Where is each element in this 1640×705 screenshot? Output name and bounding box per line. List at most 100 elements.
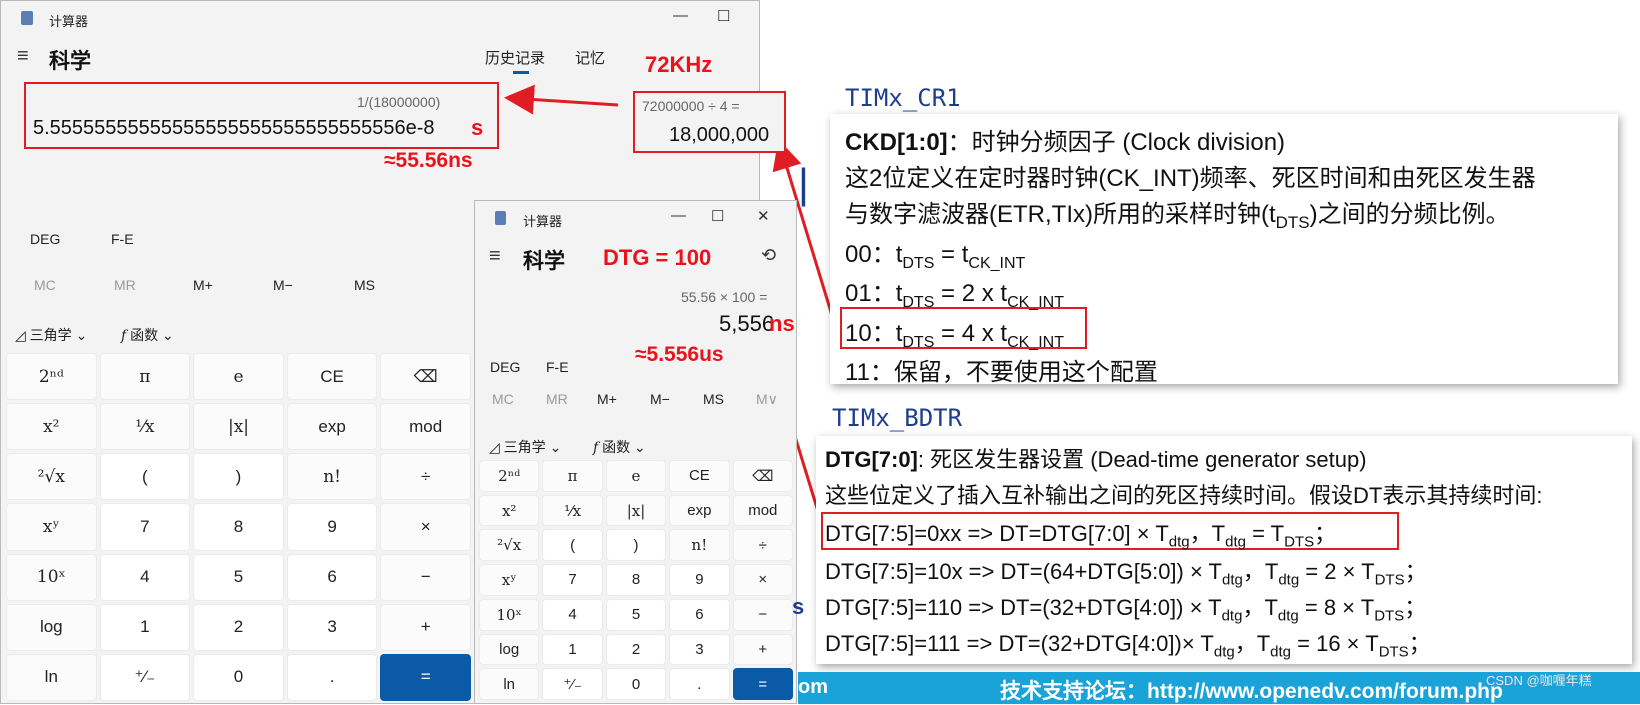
key-1-button[interactable]: 1 [542,633,603,666]
ckd-option-11: 11：保留，不要使用这个配置 [845,359,1158,386]
window-title: 计算器 [523,214,563,229]
opt10-dts: DTS [902,333,935,351]
mc-button[interactable]: MC [492,391,514,407]
key-power-button[interactable]: xʸ [479,564,540,596]
dtg-row3: DTG[7:5]=110 => DT=(32+DTG[4:0]) × Tdtg，… [825,590,1426,624]
memory-list-button[interactable]: M∨ [756,391,778,408]
row3-semi: ； [1404,595,1427,620]
key-6-button[interactable]: 6 [669,598,730,631]
opt10-ckint: CK_INT [1007,333,1064,351]
row2-semi: ； [1404,559,1427,584]
key-backspace-button[interactable]: ⌫ [732,460,793,492]
trig-label: 三角学 [503,439,546,455]
footer-forum-link[interactable]: 技术支持论坛：http://www.openedv.com/forum.php [1000,675,1503,705]
chevron-down-icon: ⌄ [549,439,562,455]
key-8-button[interactable]: 8 [605,564,667,596]
key-ln-button[interactable]: ln [479,668,540,700]
key-negate-button[interactable]: ⁺⁄₋ [542,668,603,700]
key-multiply-button[interactable]: × [732,564,793,596]
history-result: 18,000,000 [669,124,770,146]
key-second-button[interactable]: 2ⁿᵈ [479,460,540,492]
key-square-button[interactable]: x² [479,494,540,527]
close-icon[interactable]: ✕ [757,207,770,225]
key-close-paren-button[interactable]: ) [605,529,667,562]
key-plus-button[interactable]: + [732,633,793,666]
key-equals-button[interactable]: = [732,668,793,700]
angle-mode-button[interactable]: DEG [490,359,520,375]
key-exp-button[interactable]: exp [669,494,730,527]
row1-dtg2: dtg [1225,533,1246,551]
memory-row: MC MR M+ M− MS M∨ [475,391,796,411]
key-log-button[interactable]: log [479,633,540,666]
key-pi-button[interactable]: π [542,460,603,492]
mr-button[interactable]: MR [546,391,568,407]
key-3-button[interactable]: 3 [669,633,730,666]
opt00-dts: DTS [902,254,935,272]
row2-dtg: dtg [1222,571,1243,589]
calculator-window-second: 计算器 — ☐ ✕ ≡ 科学 DTG = 100 ⟲ 55.56 × 100 =… [474,200,797,704]
ckd-heading-text: ：时钟分频因子 (Clock division) [947,129,1286,156]
row2-dts: DTS [1374,571,1405,589]
row4-a: DTG[7:5]=111 => DT=(32+DTG[4:0])× T [825,631,1214,656]
key-divide-button[interactable]: ÷ [732,529,793,562]
dtg-heading-text: : 死区发生器设置 (Dead-time generator setup) [917,447,1367,472]
key-reciprocal-button[interactable]: ¹⁄x [542,494,603,527]
trig-dropdown[interactable]: ◿ 三角学 ⌄ [489,437,561,457]
dtg-row1: DTG[7:5]=0xx => DT=DTG[7:0] × Tdtg，Tdtg … [825,516,1336,550]
row4-semi: ； [1408,631,1431,656]
minimize-icon[interactable]: — [671,207,686,224]
ckd-desc-line2-sub: DTS [1275,212,1310,232]
dtg-annotation: DTG = 100 [603,245,712,270]
key-abs-button[interactable]: |x| [605,494,667,527]
key-2-button[interactable]: 2 [605,633,667,666]
row4-b: ，T [1234,631,1271,656]
dtg-field: DTG[7:0] [825,447,918,472]
key-5-button[interactable]: 5 [605,598,667,631]
key-9-button[interactable]: 9 [669,564,730,596]
key-open-paren-button[interactable]: ( [542,529,603,562]
ckd-field: CKD[1:0] [845,129,948,156]
footer-left-fragment: om [798,676,828,698]
opt10-label: 10：t [845,320,903,347]
key-factorial-button[interactable]: n! [669,529,730,562]
key-decimal-button[interactable]: . [669,668,730,700]
key-4-button[interactable]: 4 [542,598,603,631]
ckd-desc-line2: 与数字滤波器(ETR,TIx)所用的采样时钟(tDTS)之间的分频比例。 [845,194,1510,233]
maximize-icon[interactable]: ☐ [711,207,724,225]
ms-button[interactable]: MS [703,391,724,407]
ckd-desc-line2-a: 与数字滤波器(ETR,TIx)所用的采样时钟(t [845,201,1276,228]
row2-b: ，T [1242,559,1279,584]
ckd-option-00: 00：tDTS = tCK_INT [845,234,1025,273]
key-e-button[interactable]: e [605,460,667,492]
key-mod-button[interactable]: mod [732,494,793,527]
row1-b: ，T [1189,521,1226,546]
row3-a: DTG[7:5]=110 => DT=(32+DTG[4:0]) × T [825,595,1222,620]
opt00-label: 00：t [845,241,903,268]
fe-button[interactable]: F-E [546,359,569,375]
dtg-row4: DTG[7:5]=111 => DT=(32+DTG[4:0])× Tdtg，T… [825,626,1431,660]
opt01-eq: = 2 x t [934,280,1008,307]
key-sqrt-button[interactable]: ²√x [479,529,540,562]
row3-dtg: dtg [1221,607,1243,625]
row1-dtg: dtg [1168,533,1190,551]
row4-c: = 16 × T [1291,631,1379,656]
key-minus-button[interactable]: − [732,598,793,631]
row1-dts: DTS [1284,533,1315,551]
row2-dtg2: dtg [1278,571,1300,589]
key-7-button[interactable]: 7 [542,564,603,596]
m-minus-button[interactable]: M− [650,391,670,407]
history-icon[interactable]: ⟲ [761,245,776,266]
key-ce-button[interactable]: CE [669,460,730,492]
key-0-button[interactable]: 0 [605,668,667,700]
cr1-description-panel: CKD[1:0]：时钟分频因子 (Clock division) 这2位定义在定… [830,114,1618,386]
row3-b: ，T [1242,595,1278,620]
m-plus-button[interactable]: M+ [597,391,617,407]
key-ten-power-button[interactable]: 10ˣ [479,598,540,631]
function-dropdown[interactable]: f 函数 ⌄ [593,437,646,457]
mode-title: 科学 [523,250,565,273]
ckd-option-01: 01：tDTS = 2 x tCK_INT [845,273,1064,312]
background-fragment-s: s [792,594,805,619]
row3-c: = 8 × T [1298,595,1375,620]
opt00-eq: = t [934,241,969,268]
hamburger-menu-icon[interactable]: ≡ [489,245,501,268]
